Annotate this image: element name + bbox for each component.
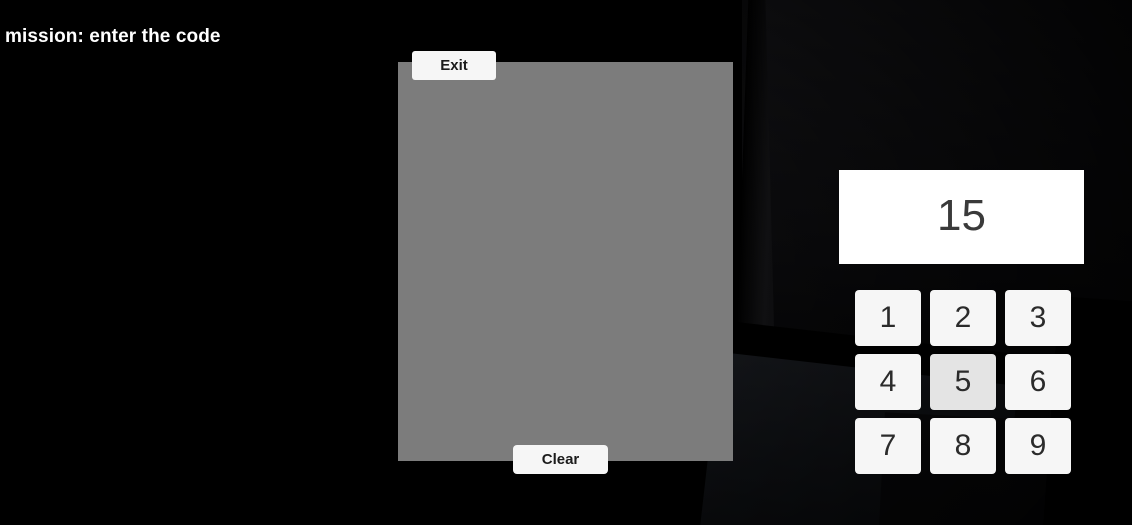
exit-button[interactable]: Exit [412,51,496,80]
keypad-panel: 15 123 456 789 [398,62,1084,474]
clear-button[interactable]: Clear [513,445,608,474]
code-display-screen: 15 [839,170,1084,264]
keypad-key-9[interactable]: 9 [1005,418,1071,474]
code-display-value: 15 [937,191,986,240]
keypad-key-2[interactable]: 2 [930,290,996,346]
mission-objective-text: mission: enter the code [5,26,221,47]
keypad-key-4[interactable]: 4 [855,354,921,410]
game-scene: mission: enter the code 15 123 456 789 Exi… [0,0,1132,525]
keypad-key-1[interactable]: 1 [855,290,921,346]
keypad-key-7[interactable]: 7 [855,418,921,474]
keypad-key-8[interactable]: 8 [930,418,996,474]
keypad-key-6[interactable]: 6 [1005,354,1071,410]
keypad-number-grid: 123 456 789 [855,290,1071,474]
keypad-key-5[interactable]: 5 [930,354,996,410]
keypad-key-3[interactable]: 3 [1005,290,1071,346]
